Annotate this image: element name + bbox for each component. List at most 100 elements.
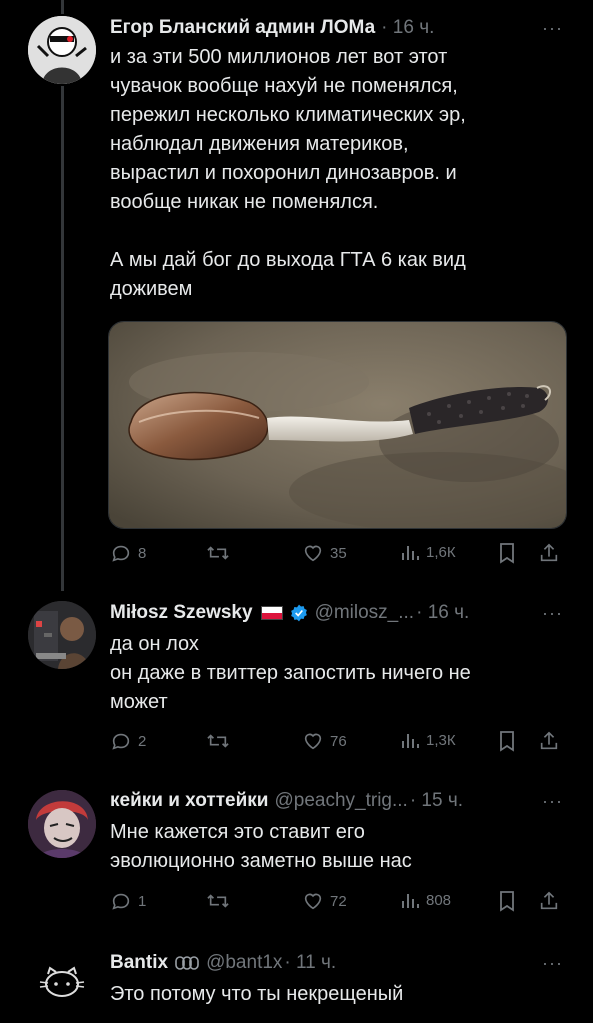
like-button[interactable]: 72 [302, 890, 347, 912]
view-count: 1,3К [426, 731, 456, 749]
text-line: да он лох [110, 633, 199, 655]
tweet-header: Bantix @bant1x · 11 ч. [110, 952, 336, 974]
text-line [110, 217, 550, 246]
views-button[interactable]: 1,3К [400, 730, 456, 750]
like-button[interactable]: 35 [302, 542, 347, 564]
share-button[interactable] [538, 890, 566, 912]
avatar-image [28, 950, 96, 1018]
tweet-text: Это потому что ты некрещеный [110, 980, 550, 1009]
retweet-button[interactable] [206, 890, 236, 912]
retweet-button[interactable] [206, 730, 236, 752]
avatar[interactable] [28, 950, 96, 1018]
views-button[interactable]: 808 [400, 890, 451, 910]
text-line: чувачок вообще нахуй не поменялся, [110, 75, 458, 97]
bookmark-icon [500, 891, 514, 912]
text-line: и за эти 500 миллионов лет вот этот [110, 46, 448, 68]
retweet-icon [207, 734, 229, 748]
avatar[interactable] [28, 16, 96, 84]
bookmark-icon [500, 543, 514, 564]
heart-icon [304, 545, 322, 562]
avatar[interactable] [28, 601, 96, 669]
reply-count: 1 [138, 892, 147, 910]
timestamp[interactable]: · 16 ч. [416, 602, 469, 624]
text-line: Мне кажется это ставит его [110, 821, 365, 843]
bookmark-icon [500, 731, 514, 752]
bookmark-button[interactable] [498, 542, 522, 564]
share-icon [540, 891, 558, 910]
handle[interactable]: @milosz_... [315, 602, 415, 624]
retweet-icon [207, 894, 229, 908]
avatar[interactable] [28, 790, 96, 858]
reply-icon [112, 893, 130, 910]
share-button[interactable] [538, 730, 566, 752]
handle[interactable]: @peachy_trig... [274, 790, 407, 812]
poland-flag-icon [260, 606, 283, 620]
tweet-text: Мне кажется это ставит его эволюционно з… [110, 818, 550, 876]
view-count: 808 [426, 891, 452, 909]
view-count: 1,6К [426, 543, 456, 561]
more-options-icon[interactable]: ··· [542, 791, 563, 812]
views-icon [402, 734, 419, 748]
clam-photo [109, 322, 566, 528]
views-icon [402, 894, 419, 908]
avatar-image [28, 601, 96, 669]
reply-button[interactable]: 2 [110, 730, 146, 752]
text-line: вырастил и похоронил динозавров. и [110, 162, 457, 184]
thread-line [61, 86, 64, 591]
timestamp[interactable]: · 16 ч. [381, 17, 434, 39]
like-count: 72 [330, 892, 347, 910]
reply-count: 8 [138, 544, 147, 562]
more-options-icon[interactable]: ··· [542, 953, 563, 974]
avatar-image [28, 790, 96, 858]
tweet-text: и за эти 500 миллионов лет вот этот чува… [110, 43, 550, 304]
text-line: пережил несколько климатических эр, [110, 104, 466, 126]
text-line: наблюдал движения материков, [110, 133, 409, 155]
heart-icon [304, 733, 322, 750]
text-line: Это потому что ты некрещеный [110, 983, 404, 1005]
bookmark-button[interactable] [498, 890, 522, 912]
retweet-icon [207, 546, 229, 560]
retweet-button[interactable] [206, 542, 236, 564]
tweet-header: Егор Бланский админ ЛОМа · 16 ч. [110, 17, 434, 39]
text-line: доживем [110, 278, 193, 300]
author-name[interactable]: Miłosz Szewsky [110, 602, 253, 624]
reply-count: 2 [138, 732, 147, 750]
text-line: может [110, 691, 168, 713]
text-line: вообще никак не поменялся. [110, 191, 379, 213]
tweet-actions: 1 72 808 [110, 890, 560, 916]
tweet-header: Miłosz Szewsky @milosz_... · 16 ч. [110, 602, 469, 624]
tweet-actions: 2 76 1,3К [110, 730, 560, 756]
share-button[interactable] [538, 542, 566, 564]
reply-icon [112, 545, 130, 562]
more-options-icon[interactable]: ··· [542, 18, 563, 39]
avatar-image [28, 16, 96, 84]
like-button[interactable]: 76 [302, 730, 347, 752]
share-icon [540, 731, 558, 750]
heart-icon [304, 893, 322, 910]
tweet-actions: 8 35 1,6К [110, 542, 560, 568]
text-line: А мы дай бог до выхода ГТА 6 как вид [110, 249, 466, 271]
timestamp[interactable]: · 15 ч. [410, 790, 463, 812]
timestamp[interactable]: · 11 ч. [284, 952, 336, 974]
author-name[interactable]: Егор Бланский админ ЛОМа [110, 17, 375, 39]
tweet-text: да он лох он даже в твиттер запостить ни… [110, 630, 550, 717]
views-icon [402, 546, 419, 560]
verified-badge-icon[interactable] [289, 603, 309, 623]
reply-button[interactable]: 8 [110, 542, 146, 564]
author-name[interactable]: кейки и хоттейки [110, 790, 268, 812]
handle[interactable]: @bant1x [206, 952, 282, 974]
reply-icon [112, 733, 130, 750]
author-name[interactable]: Bantix [110, 952, 168, 974]
thread-line [61, 0, 64, 14]
text-line: эволюционно заметно выше нас [110, 850, 412, 872]
share-icon [540, 543, 558, 562]
like-count: 35 [330, 544, 347, 562]
bookmark-button[interactable] [498, 730, 522, 752]
tweet-header: кейки и хоттейки @peachy_trig... · 15 ч. [110, 790, 463, 812]
more-options-icon[interactable]: ··· [542, 603, 563, 624]
reply-button[interactable]: 1 [110, 890, 146, 912]
like-count: 76 [330, 732, 347, 750]
views-button[interactable]: 1,6К [400, 542, 456, 562]
tweet-media-image[interactable] [108, 321, 567, 529]
chain-icon [175, 956, 199, 970]
